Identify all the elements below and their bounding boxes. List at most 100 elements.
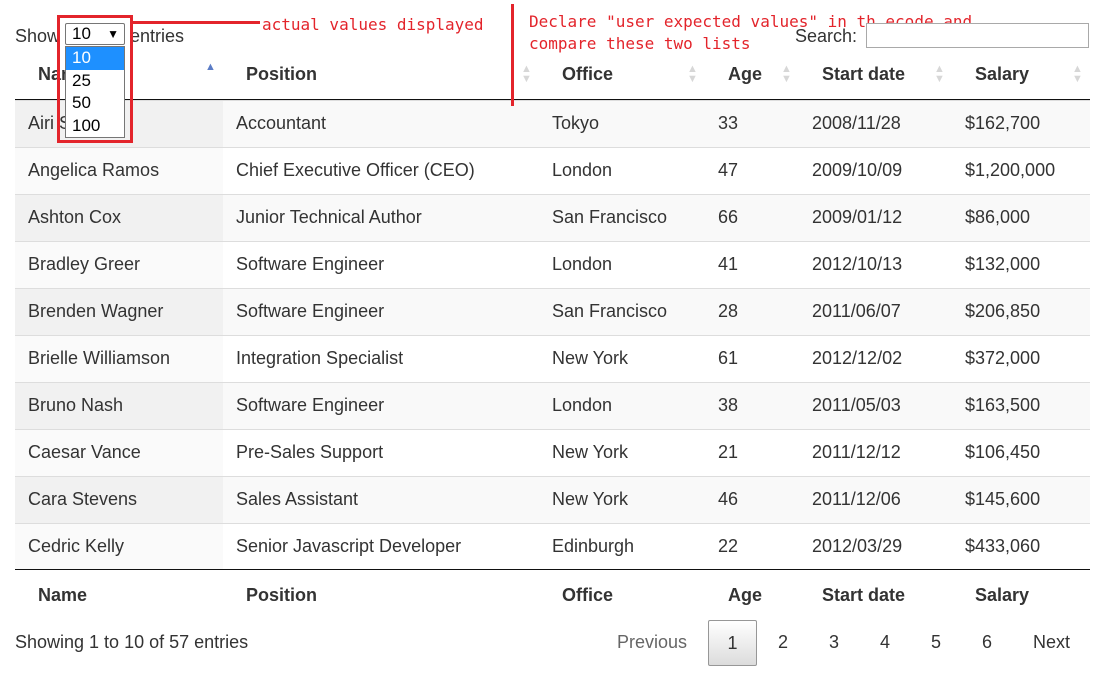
sort-asc-icon: ▲ (205, 61, 216, 73)
cell-age: 21 (718, 442, 739, 462)
cell-office: San Francisco (552, 301, 668, 321)
cell-start-date: 2009/10/09 (812, 160, 903, 180)
table-row: Cedric Kelly Senior Javascript Developer… (15, 523, 1090, 570)
cell-age: 33 (718, 113, 739, 133)
cell-salary: $206,850 (965, 301, 1041, 321)
cell-salary: $372,000 (965, 348, 1041, 368)
cell-name: Angelica Ramos (28, 160, 160, 180)
cell-position: Sales Assistant (236, 489, 359, 509)
page-button-5[interactable]: 5 (931, 632, 941, 653)
cell-name: Cedric Kelly (28, 536, 125, 556)
cell-name: Bradley Greer (28, 254, 141, 274)
annotation-highlight-box (57, 15, 133, 143)
cell-age: 38 (718, 395, 739, 415)
footer-column-age: Age (728, 585, 763, 605)
table-info: Showing 1 to 10 of 57 entries (15, 632, 249, 652)
cell-office: New York (552, 348, 629, 368)
cell-start-date: 2009/01/12 (812, 207, 903, 227)
cell-name: Bruno Nash (28, 395, 124, 415)
sort-icon: ▲ ▼ (521, 63, 532, 85)
page-button-1[interactable]: 1 (708, 620, 757, 666)
page-button-2[interactable]: 2 (778, 632, 788, 653)
cell-name: Brenden Wagner (28, 301, 164, 321)
cell-start-date: 2011/12/06 (812, 489, 901, 509)
cell-name: Ashton Cox (28, 207, 122, 227)
cell-position: Senior Javascript Developer (236, 536, 462, 556)
show-label: Show (15, 26, 61, 46)
cell-salary: $1,200,000 (965, 160, 1056, 180)
cell-position: Software Engineer (236, 301, 385, 321)
footer-divider (15, 569, 1090, 570)
table-row: Ashton Cox Junior Technical Author San F… (15, 194, 1090, 241)
table-row: Bradley Greer Software Engineer London 4… (15, 241, 1090, 288)
cell-position: Pre-Sales Support (236, 442, 384, 462)
page-button-4[interactable]: 4 (880, 632, 890, 653)
cell-start-date: 2012/03/29 (812, 536, 903, 556)
footer-column-start-date: Start date (822, 585, 906, 605)
cell-salary: $132,000 (965, 254, 1041, 274)
cell-age: 22 (718, 536, 739, 556)
column-header-start-date[interactable]: Start date (822, 64, 905, 85)
cell-office: New York (552, 442, 629, 462)
cell-salary: $86,000 (965, 207, 1031, 227)
table-row: Bruno Nash Software Engineer London 38 2… (15, 382, 1090, 429)
cell-salary: $433,060 (965, 536, 1041, 556)
footer-column-office: Office (562, 585, 614, 605)
cell-salary: $145,600 (965, 489, 1041, 509)
sort-icon: ▲ ▼ (781, 63, 792, 85)
cell-age: 41 (718, 254, 739, 274)
cell-name: Caesar Vance (28, 442, 141, 462)
cell-age: 66 (718, 207, 739, 227)
cell-office: London (552, 395, 613, 415)
cell-start-date: 2012/10/13 (812, 254, 903, 274)
cell-salary: $106,450 (965, 442, 1041, 462)
column-header-age[interactable]: Age (728, 64, 762, 85)
cell-start-date: 2008/11/28 (812, 113, 901, 133)
cell-office: Tokyo (552, 113, 600, 133)
cell-age: 61 (718, 348, 739, 368)
table-row: Cara Stevens Sales Assistant New York 46… (15, 476, 1090, 523)
table-row: Brenden Wagner Software Engineer San Fra… (15, 288, 1090, 335)
cell-position: Software Engineer (236, 395, 385, 415)
table-row: Angelica Ramos Chief Executive Officer (… (15, 147, 1090, 194)
table-row: Brielle Williamson Integration Specialis… (15, 335, 1090, 382)
cell-office: New York (552, 489, 629, 509)
page-button-6[interactable]: 6 (982, 632, 992, 653)
cell-salary: $163,500 (965, 395, 1041, 415)
cell-start-date: 2011/05/03 (812, 395, 901, 415)
cell-position: Junior Technical Author (236, 207, 422, 227)
cell-name: Brielle Williamson (28, 348, 171, 368)
cell-position: Accountant (236, 113, 327, 133)
footer-column-salary: Salary (975, 585, 1030, 605)
annotation-connector (133, 21, 260, 24)
annotation-divider (511, 4, 514, 106)
search-label: Search: (795, 26, 858, 46)
cell-start-date: 2011/12/12 (812, 442, 901, 462)
cell-office: London (552, 160, 613, 180)
cell-age: 47 (718, 160, 739, 180)
cell-office: Edinburgh (552, 536, 635, 556)
next-page-button[interactable]: Next (1033, 632, 1070, 653)
cell-name: Cara Stevens (28, 489, 138, 509)
cell-start-date: 2011/06/07 (812, 301, 901, 321)
cell-office: San Francisco (552, 207, 668, 227)
cell-office: London (552, 254, 613, 274)
table-row: Airi Satou Accountant Tokyo 33 2008/11/2… (15, 100, 1090, 147)
cell-position: Integration Specialist (236, 348, 404, 368)
footer-column-name: Name (38, 585, 88, 605)
sort-icon: ▲ ▼ (1072, 63, 1083, 85)
cell-salary: $162,700 (965, 113, 1041, 133)
page-button-3[interactable]: 3 (829, 632, 839, 653)
cell-position: Software Engineer (236, 254, 385, 274)
annotation-note-actual: actual values displayed (262, 15, 484, 34)
sort-icon: ▲ ▼ (687, 63, 698, 85)
search-input[interactable] (866, 23, 1089, 48)
footer-column-position: Position (246, 585, 317, 605)
entries-label: entries (130, 26, 185, 46)
column-header-salary[interactable]: Salary (975, 64, 1029, 85)
cell-age: 28 (718, 301, 739, 321)
column-header-office[interactable]: Office (562, 64, 613, 85)
column-header-position[interactable]: Position (246, 64, 317, 85)
previous-page-button[interactable]: Previous (617, 632, 687, 653)
cell-position: Chief Executive Officer (CEO) (236, 160, 475, 180)
